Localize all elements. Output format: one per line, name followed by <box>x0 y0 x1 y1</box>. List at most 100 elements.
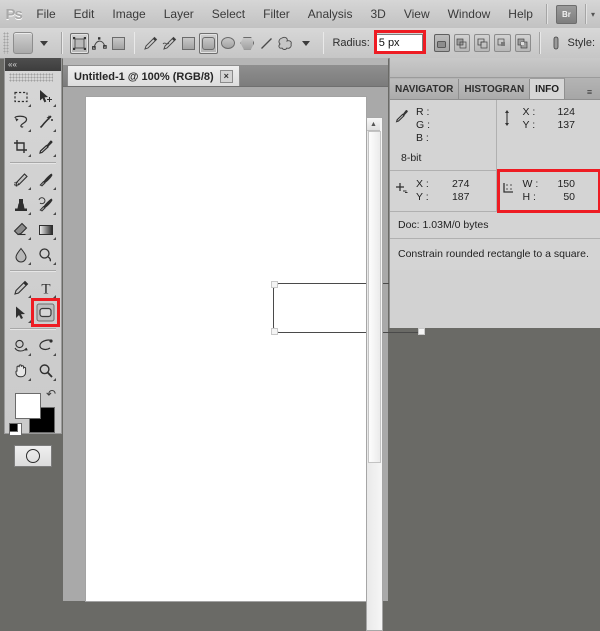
radius-input[interactable] <box>375 34 423 52</box>
scroll-up-arrow-icon[interactable]: ▲ <box>367 118 380 131</box>
tool-crop[interactable] <box>8 134 33 159</box>
shape-layers-mode-button[interactable] <box>70 33 89 54</box>
tool-pen[interactable] <box>8 275 33 300</box>
shape-handle-tl[interactable] <box>271 281 278 288</box>
quick-mask-mode-button[interactable] <box>14 445 52 467</box>
panel-dock-header[interactable] <box>390 58 600 78</box>
tool-hand[interactable] <box>8 358 33 383</box>
menu-view[interactable]: View <box>395 3 439 25</box>
polygon-tool-button[interactable] <box>239 34 256 53</box>
fill-pixels-mode-button[interactable] <box>110 34 127 53</box>
tab-info[interactable]: INFO <box>530 78 565 99</box>
info-kv-y2: Y : 137 <box>523 119 598 132</box>
intersect-shape-areas-button[interactable] <box>494 34 510 52</box>
menu-analysis[interactable]: Analysis <box>299 3 362 25</box>
tool-zoom[interactable] <box>33 358 58 383</box>
panel-menu-icon[interactable]: ≡ <box>581 85 597 99</box>
tool-3d-rotate[interactable] <box>8 333 33 358</box>
scrollbar-thumb[interactable] <box>368 131 381 463</box>
menu-edit[interactable]: Edit <box>65 3 104 25</box>
canvas[interactable] <box>86 97 366 601</box>
style-swatch[interactable] <box>548 34 565 53</box>
tool-dodge[interactable] <box>33 242 58 267</box>
freeform-pen-tool-button[interactable] <box>161 34 178 53</box>
foreground-color-swatch[interactable] <box>15 393 41 419</box>
menu-window[interactable]: Window <box>439 3 500 25</box>
add-to-shape-area-button[interactable] <box>454 34 470 52</box>
tab-histogram[interactable]: HISTOGRAN <box>459 79 530 99</box>
dodge-icon <box>38 247 54 263</box>
healing-brush-icon <box>13 172 29 188</box>
canvas-viewport: ▲ <box>63 86 388 601</box>
toolbox-grip[interactable] <box>9 73 53 82</box>
toolbox: «« <box>4 58 62 434</box>
exclude-overlapping-shape-areas-button[interactable] <box>515 34 531 52</box>
photoshop-window: Ps File Edit Image Layer Select Filter A… <box>0 0 600 600</box>
menu-select[interactable]: Select <box>203 3 254 25</box>
path-selection-arrow-icon <box>13 305 29 321</box>
info-panel-body: R : G : B : 8-bit <box>390 100 600 270</box>
tool-path-selection[interactable] <box>8 300 33 325</box>
canvas-vertical-scrollbar[interactable]: ▲ <box>366 117 383 631</box>
toolbox-group-vector: T <box>5 275 61 325</box>
y2-label: Y : <box>523 119 547 132</box>
rectangle-icon <box>182 37 195 50</box>
paths-mode-button[interactable] <box>91 34 108 53</box>
rounded-rectangle-tool-button[interactable] <box>199 33 218 54</box>
menu-3d[interactable]: 3D <box>361 3 394 25</box>
chevron-down-icon[interactable] <box>40 41 48 46</box>
options-bar-grip[interactable] <box>3 32 9 54</box>
tab-navigator[interactable]: NAVIGATOR <box>390 79 459 99</box>
menu-image[interactable]: Image <box>103 3 154 25</box>
selection-values: W : 150 H : 50 <box>523 178 598 204</box>
default-colors-icon[interactable] <box>9 423 22 436</box>
tool-gradient[interactable] <box>33 217 58 242</box>
launch-bridge-button[interactable]: Br <box>556 5 577 24</box>
menu-help[interactable]: Help <box>499 3 542 25</box>
tool-move[interactable] <box>33 84 58 109</box>
tool-eyedropper[interactable] <box>33 134 58 159</box>
tool-lasso[interactable] <box>8 109 33 134</box>
tool-blur[interactable] <box>8 242 33 267</box>
rectangle-tool-button[interactable] <box>180 34 197 53</box>
tool-marquee[interactable] <box>8 84 33 109</box>
document-area: Untitled-1 @ 100% (RGB/8) × ▲ <box>63 58 388 600</box>
menu-filter[interactable]: Filter <box>254 3 299 25</box>
divider-2 <box>134 32 136 54</box>
subtract-from-shape-area-button[interactable] <box>474 34 490 52</box>
new-shape-layer-button[interactable] <box>434 34 450 52</box>
info-doc-size: Doc: 1.03M/0 bytes <box>390 212 600 239</box>
menu-file[interactable]: File <box>27 3 64 25</box>
shape-handle-bl[interactable] <box>271 328 278 335</box>
tool-eraser[interactable] <box>8 217 33 242</box>
tool-magic-wand[interactable] <box>33 109 58 134</box>
history-brush-icon <box>38 197 54 213</box>
tool-history-brush[interactable] <box>33 192 58 217</box>
blur-droplet-icon <box>13 247 29 263</box>
document-tab[interactable]: Untitled-1 @ 100% (RGB/8) × <box>67 65 240 87</box>
ellipse-tool-button[interactable] <box>220 34 237 53</box>
tool-3d-orbit[interactable] <box>33 333 58 358</box>
shape-handle-br[interactable] <box>418 328 425 335</box>
menu-layer[interactable]: Layer <box>155 3 203 25</box>
info-kv-r: R : <box>416 106 492 119</box>
shape-options-chevron-icon[interactable] <box>302 41 310 46</box>
type-icon: T <box>38 280 54 296</box>
tool-healing-brush[interactable] <box>8 167 33 192</box>
toolbox-collapse-button[interactable]: «« <box>5 58 61 71</box>
polygon-icon <box>240 37 254 50</box>
lasso-icon <box>13 114 29 130</box>
tool-clone-stamp[interactable] <box>8 192 33 217</box>
tool-rounded-rectangle[interactable] <box>33 300 58 325</box>
close-icon[interactable]: × <box>220 70 233 83</box>
info-kv-b: B : <box>416 132 492 145</box>
pen-tool-button[interactable] <box>142 34 159 53</box>
tool-brush[interactable] <box>33 167 58 192</box>
info-hint-text: Constrain rounded rectangle to a square. <box>390 239 600 270</box>
chevron-down-icon[interactable]: ▾ <box>591 10 595 19</box>
tool-type[interactable]: T <box>33 275 58 300</box>
line-tool-button[interactable] <box>258 34 275 53</box>
swap-colors-icon[interactable]: ↶ <box>46 387 56 401</box>
custom-shape-tool-button[interactable] <box>277 34 294 53</box>
tool-preset-picker[interactable] <box>13 32 33 54</box>
